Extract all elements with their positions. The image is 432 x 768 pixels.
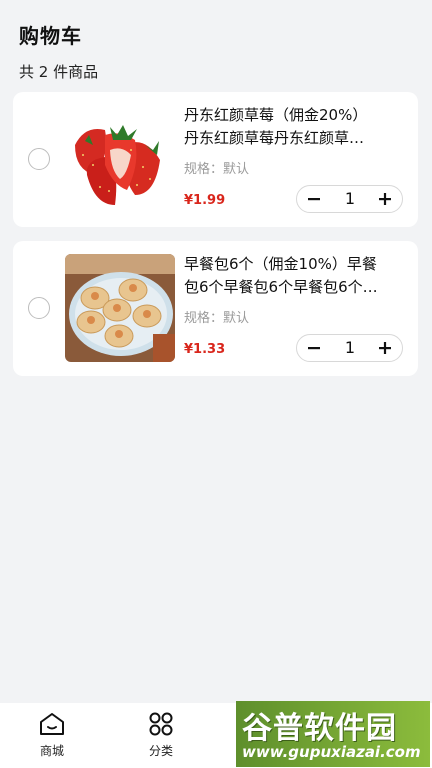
cart-item: 丹东红颜草莓（佣金20%） 丹东红颜草莓丹东红颜草… 规格：默认 ¥1.99 1 bbox=[13, 92, 418, 227]
item-title[interactable]: 丹东红颜草莓（佣金20%） 丹东红颜草莓丹东红颜草… bbox=[184, 104, 406, 150]
minus-icon bbox=[308, 347, 320, 350]
item-price: ¥1.99 bbox=[184, 193, 226, 208]
select-radio[interactable] bbox=[28, 297, 50, 319]
item-title-line2: 丹东红颜草莓丹东红颜草… bbox=[184, 129, 365, 147]
select-radio[interactable] bbox=[28, 148, 50, 170]
increase-button[interactable] bbox=[370, 335, 400, 361]
plus-icon bbox=[379, 342, 391, 354]
item-title[interactable]: 早餐包6个（佣金10%）早餐 包6个早餐包6个早餐包6个… bbox=[184, 253, 406, 299]
quantity-value[interactable]: 1 bbox=[331, 335, 369, 361]
quantity-stepper: 1 bbox=[296, 185, 403, 213]
quantity-value[interactable]: 1 bbox=[331, 186, 369, 212]
plus-icon bbox=[379, 193, 391, 205]
home-icon bbox=[40, 713, 64, 735]
item-title-line2: 包6个早餐包6个早餐包6个… bbox=[184, 278, 378, 296]
watermark-url: www.gupuxiazai.com bbox=[242, 743, 421, 761]
page-title: 购物车 bbox=[19, 24, 82, 48]
watermark-title: 谷普软件园 bbox=[242, 711, 397, 746]
tab-category-label: 分类 bbox=[148, 744, 173, 758]
increase-button[interactable] bbox=[370, 186, 400, 212]
tab-category[interactable]: 分类 bbox=[131, 711, 191, 759]
decrease-button[interactable] bbox=[299, 335, 329, 361]
quantity-stepper: 1 bbox=[296, 334, 403, 362]
item-spec: 规格：默认 bbox=[184, 162, 250, 177]
tab-mall-label: 商城 bbox=[39, 744, 64, 758]
decrease-button[interactable] bbox=[299, 186, 329, 212]
item-count: 共 2 件商品 bbox=[19, 63, 99, 81]
tab-mall[interactable]: 商城 bbox=[22, 711, 82, 759]
strawberry-image[interactable] bbox=[65, 105, 175, 213]
watermark-logo: 谷普软件园 www.gupuxiazai.com bbox=[236, 701, 430, 767]
cart-item: 早餐包6个（佣金10%）早餐 包6个早餐包6个早餐包6个… 规格：默认 ¥1.3… bbox=[13, 241, 418, 376]
item-title-line1: 丹东红颜草莓（佣金20%） bbox=[184, 106, 368, 124]
buns-image[interactable] bbox=[65, 254, 175, 362]
item-spec: 规格：默认 bbox=[184, 311, 250, 326]
minus-icon bbox=[308, 198, 320, 201]
item-title-line1: 早餐包6个（佣金10%）早餐 bbox=[184, 255, 377, 273]
category-icon bbox=[149, 712, 173, 736]
item-price: ¥1.33 bbox=[184, 342, 226, 357]
